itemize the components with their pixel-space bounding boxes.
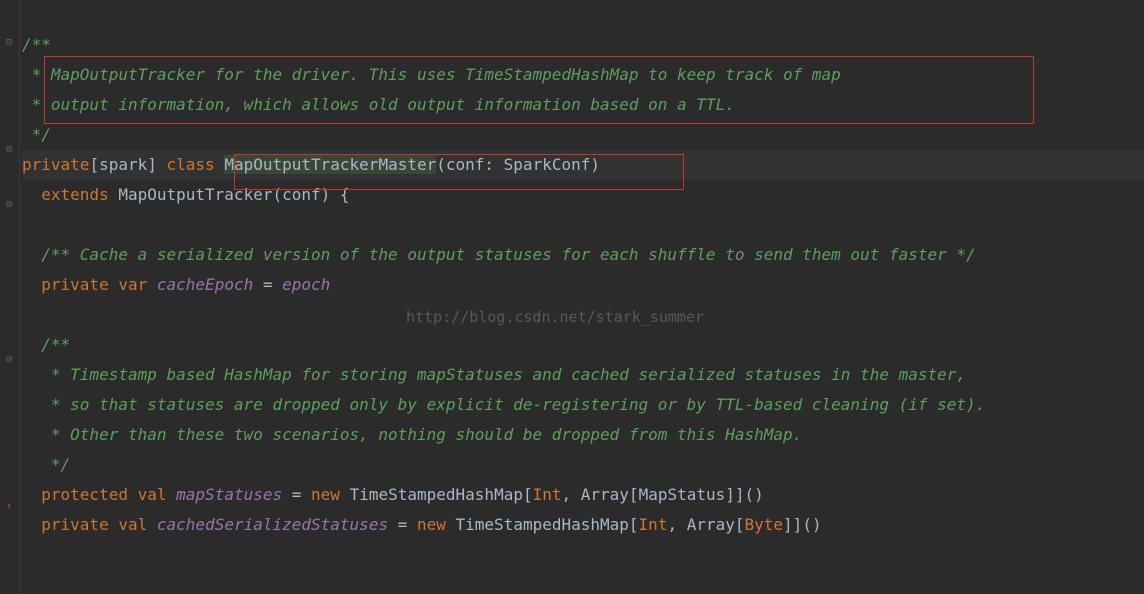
type-int: Int bbox=[639, 515, 668, 534]
code-editor[interactable]: /** * MapOutputTracker for the driver. T… bbox=[22, 0, 1144, 540]
code-text bbox=[22, 335, 41, 354]
code-text: , Array[MapStatus]]() bbox=[562, 485, 764, 504]
comment-line: /** bbox=[41, 335, 70, 354]
field-name: mapStatuses bbox=[176, 485, 282, 504]
gutter-marker-icon[interactable]: ↑ bbox=[4, 502, 14, 512]
fold-icon[interactable]: ⊟ bbox=[4, 38, 14, 48]
code-text bbox=[109, 515, 119, 534]
keyword-extends: extends bbox=[41, 185, 108, 204]
current-line: private[spark] class MapOutputTrackerMas… bbox=[22, 150, 1144, 180]
code-text bbox=[22, 455, 41, 474]
keyword-val: val bbox=[118, 515, 147, 534]
code-text bbox=[22, 425, 41, 444]
field-name: cachedSerializedStatuses bbox=[157, 515, 388, 534]
comment-line: * Other than these two scenarios, nothin… bbox=[41, 425, 802, 444]
keyword-class: class bbox=[167, 155, 215, 174]
class-name: MapOutputTrackerMaster bbox=[224, 155, 436, 174]
keyword-var: var bbox=[118, 275, 147, 294]
field-name: cacheEpoch bbox=[157, 275, 253, 294]
code-text: = bbox=[388, 515, 417, 534]
code-text: ]]() bbox=[783, 515, 822, 534]
comment-line: * output information, which allows old o… bbox=[22, 95, 735, 114]
code-text bbox=[22, 365, 41, 384]
keyword-new: new bbox=[311, 485, 340, 504]
code-text bbox=[147, 275, 157, 294]
code-text bbox=[22, 185, 41, 204]
code-text bbox=[109, 275, 119, 294]
blank-line bbox=[22, 210, 1144, 240]
comment-line: * MapOutputTracker for the driver. This … bbox=[22, 65, 841, 84]
code-text: MapOutputTracker(conf) { bbox=[109, 185, 350, 204]
code-text: [spark] bbox=[89, 155, 166, 174]
code-text: = bbox=[253, 275, 282, 294]
code-text: TimeStampedHashMap[ bbox=[446, 515, 639, 534]
code-text bbox=[22, 515, 41, 534]
keyword-private: private bbox=[41, 515, 108, 534]
code-text bbox=[22, 275, 41, 294]
code-text bbox=[22, 485, 41, 504]
code-text: , Array[ bbox=[667, 515, 744, 534]
comment-line: */ bbox=[22, 125, 51, 144]
code-text bbox=[128, 485, 138, 504]
code-text bbox=[147, 515, 157, 534]
comment-line: /** bbox=[22, 35, 51, 54]
keyword-protected: protected bbox=[41, 485, 128, 504]
keyword-private: private bbox=[22, 155, 89, 174]
comment-line: /** Cache a serialized version of the ou… bbox=[41, 245, 975, 264]
code-text: = bbox=[282, 485, 311, 504]
param-list: (conf: SparkConf) bbox=[436, 155, 600, 174]
keyword-private: private bbox=[41, 275, 108, 294]
watermark-text: http://blog.csdn.net/stark_summer bbox=[406, 304, 704, 332]
code-text bbox=[22, 245, 41, 264]
code-text: TimeStampedHashMap[ bbox=[340, 485, 533, 504]
fold-icon[interactable]: ⊟ bbox=[4, 145, 14, 155]
type-int: Int bbox=[533, 485, 562, 504]
code-text bbox=[167, 485, 177, 504]
field-ref: epoch bbox=[282, 275, 330, 294]
type-byte: Byte bbox=[745, 515, 784, 534]
editor-gutter: ⊟ ⊟ ⊟ ⊟ ↑ bbox=[0, 0, 20, 594]
comment-line: */ bbox=[41, 455, 70, 474]
keyword-new: new bbox=[417, 515, 446, 534]
comment-line: * so that statuses are dropped only by e… bbox=[41, 395, 985, 414]
comment-line: * Timestamp based HashMap for storing ma… bbox=[41, 365, 966, 384]
code-text bbox=[215, 155, 225, 174]
fold-icon[interactable]: ⊟ bbox=[4, 355, 14, 365]
code-text bbox=[22, 395, 41, 414]
fold-icon[interactable]: ⊟ bbox=[4, 200, 14, 210]
keyword-val: val bbox=[138, 485, 167, 504]
